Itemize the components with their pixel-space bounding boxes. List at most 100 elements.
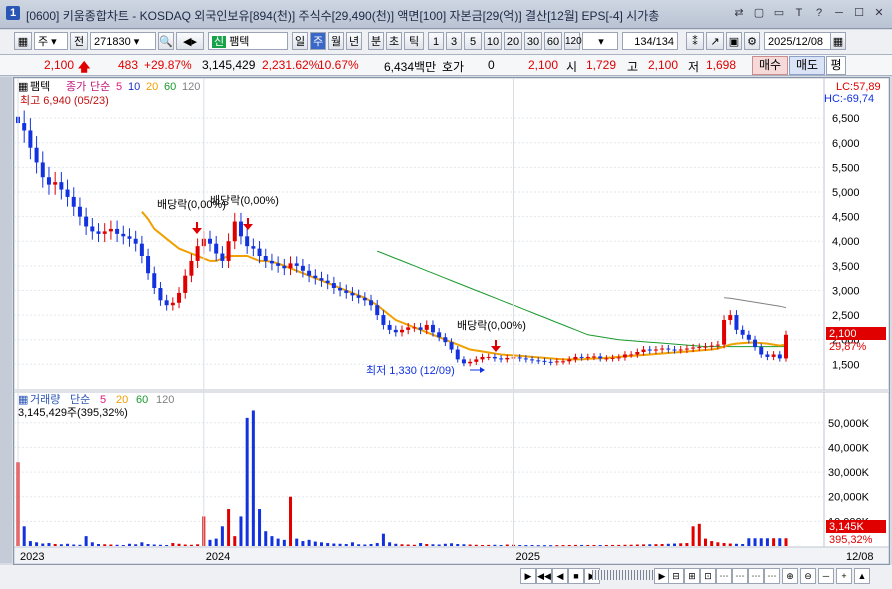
- interval-select[interactable]: ▾: [582, 32, 618, 50]
- period-minute[interactable]: 분: [368, 32, 384, 50]
- sell-button[interactable]: 매도: [789, 56, 825, 75]
- volume-bar: [233, 536, 237, 546]
- zoom-out-icon[interactable]: ⊖: [800, 568, 816, 584]
- candle-body: [461, 359, 466, 364]
- interval-3[interactable]: 3: [446, 32, 462, 50]
- last-pct-text: 29,87%: [829, 341, 867, 353]
- candle-body: [449, 342, 454, 350]
- volume-bar: [301, 541, 305, 546]
- candle-body: [170, 302, 175, 306]
- candle-body: [139, 243, 144, 256]
- volume-bar: [524, 545, 528, 547]
- volume-bar: [78, 544, 82, 546]
- prev-button[interactable]: 전: [70, 32, 88, 50]
- text-icon[interactable]: T: [792, 6, 806, 20]
- scroll-track[interactable]: [592, 570, 654, 580]
- volume-bar: [332, 543, 336, 546]
- tool-icon-1[interactable]: ⊟: [668, 568, 684, 584]
- candle-body: [616, 357, 621, 359]
- code-input[interactable]: 271830 ▾: [90, 32, 156, 50]
- period-month[interactable]: 월: [328, 32, 344, 50]
- period-day[interactable]: 일: [292, 32, 308, 50]
- tile-icon[interactable]: ▢: [752, 6, 766, 20]
- close-icon[interactable]: ✕: [872, 6, 886, 20]
- candle-body: [251, 246, 256, 249]
- tool-icon-5[interactable]: ⋯: [732, 568, 748, 584]
- prev-page-button[interactable]: ◀: [552, 568, 568, 584]
- x-axis-label: 2025: [515, 551, 539, 563]
- draw-icon[interactable]: ↗: [706, 32, 724, 50]
- shrink-icon[interactable]: ─: [818, 568, 834, 584]
- volume-bar: [648, 544, 652, 546]
- interval-120[interactable]: 120: [564, 32, 582, 50]
- count-field[interactable]: 134/134: [622, 32, 678, 50]
- volume-bar: [691, 526, 695, 546]
- volume-bar: [685, 543, 689, 546]
- chart-type-select[interactable]: 주 ▾: [34, 32, 68, 50]
- volume-bar: [239, 516, 243, 546]
- volume-bar: [765, 538, 769, 546]
- candle-body: [381, 315, 386, 325]
- interval-20[interactable]: 20: [504, 32, 522, 50]
- volume-bar: [189, 544, 193, 546]
- stock-name-field[interactable]: 신 팸텍: [208, 32, 288, 50]
- last-volume-pct: 395,32%: [829, 534, 873, 546]
- interval-10[interactable]: 10: [484, 32, 502, 50]
- stop-button[interactable]: ■: [568, 568, 584, 584]
- save-icon[interactable]: ▣: [726, 32, 742, 50]
- high-note: 최고 6,940 (05/23): [20, 94, 109, 107]
- first-button[interactable]: ◀◀: [536, 568, 552, 584]
- volume-bar: [109, 544, 113, 546]
- buy-button[interactable]: 매수: [752, 56, 788, 75]
- minimize-icon[interactable]: ─: [832, 6, 846, 20]
- volume-bar: [710, 541, 714, 546]
- settings-icon[interactable]: ⚙: [744, 32, 760, 50]
- period-tick[interactable]: 틱: [404, 32, 424, 50]
- interval-5[interactable]: 5: [464, 32, 482, 50]
- volume-bar: [586, 544, 590, 546]
- help-icon[interactable]: ?: [812, 6, 826, 20]
- volume-bar: [536, 545, 540, 547]
- period-week[interactable]: 주: [310, 32, 326, 50]
- chart-type-icon[interactable]: ▦: [14, 32, 32, 50]
- volume-legend-ma60: 60: [136, 394, 148, 406]
- date-value: 2025/12/08: [768, 36, 824, 48]
- volume-bar: [295, 538, 299, 546]
- period-second[interactable]: 초: [386, 32, 402, 50]
- play-button[interactable]: ▶: [520, 568, 536, 584]
- flat-button[interactable]: 평: [826, 56, 846, 75]
- calendar-icon[interactable]: ▦: [830, 32, 846, 50]
- tool-icon-7[interactable]: ⋯: [764, 568, 780, 584]
- price-legend-handle[interactable]: ▦: [18, 81, 28, 93]
- volume-legend-handle[interactable]: ▦: [18, 394, 28, 406]
- layout-icon[interactable]: ▭: [772, 6, 786, 20]
- candle-body: [115, 228, 120, 234]
- price-change: 483: [118, 58, 139, 72]
- link-icon[interactable]: ⇄: [732, 6, 746, 20]
- candle-body: [672, 349, 677, 351]
- tool-icon-6[interactable]: ⋯: [748, 568, 764, 584]
- tool-icon-4[interactable]: ⋯: [716, 568, 732, 584]
- compare-icon[interactable]: ⁑: [686, 32, 704, 50]
- interval-60[interactable]: 60: [544, 32, 562, 50]
- scroll-up-icon[interactable]: ▲: [854, 568, 870, 584]
- candle-body: [269, 260, 274, 264]
- chart-area[interactable]: 6,500 6,000 5,500 5,000 4,500 4,000 3,500 3,000…: [13, 77, 890, 565]
- tool-icon-2[interactable]: ⊞: [684, 568, 700, 584]
- chart-svg[interactable]: 6,500 6,000 5,500 5,000 4,500 4,000 3,500 3,000…: [13, 77, 890, 565]
- search-icon[interactable]: 🔍: [158, 32, 174, 50]
- candle-body: [232, 221, 237, 242]
- volume-bar: [41, 543, 45, 546]
- tool-icon-3[interactable]: ⊡: [700, 568, 716, 584]
- candle-body: [480, 356, 485, 360]
- expand-icon[interactable]: +: [836, 568, 852, 584]
- low-label: 저: [688, 60, 700, 74]
- period-year[interactable]: 년: [346, 32, 362, 50]
- zoom-in-icon[interactable]: ⊕: [782, 568, 798, 584]
- volume-bar: [642, 544, 646, 546]
- maximize-icon[interactable]: ☐: [852, 6, 866, 20]
- interval-30[interactable]: 30: [524, 32, 542, 50]
- interval-1[interactable]: 1: [428, 32, 444, 50]
- sound-icon[interactable]: ◀▸: [176, 32, 204, 50]
- candle-body: [71, 196, 76, 207]
